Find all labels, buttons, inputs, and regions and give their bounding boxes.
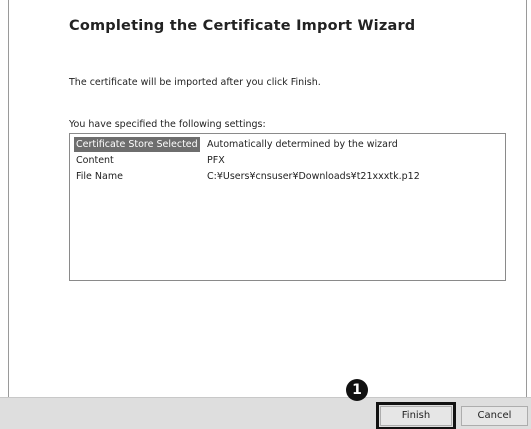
- dialog-footer: Finish Cancel: [0, 397, 531, 429]
- dialog-right-border: [526, 0, 527, 397]
- finish-button[interactable]: Finish: [380, 406, 452, 426]
- step-number-badge: 1: [346, 379, 368, 401]
- settings-row-content[interactable]: Content PFX: [73, 153, 503, 168]
- settings-value: Automatically determined by the wizard: [207, 139, 398, 150]
- cancel-button[interactable]: Cancel: [461, 406, 528, 426]
- page-title: Completing the Certificate Import Wizard: [69, 18, 416, 34]
- settings-label: You have specified the following setting…: [69, 119, 266, 130]
- settings-key: Content: [76, 155, 114, 166]
- finish-info-text: The certificate will be imported after y…: [69, 77, 321, 88]
- settings-key: Certificate Store Selected: [74, 137, 200, 152]
- settings-list[interactable]: Certificate Store Selected Automatically…: [69, 133, 506, 281]
- settings-row-store[interactable]: Certificate Store Selected Automatically…: [73, 137, 503, 152]
- certificate-import-wizard-dialog: Completing the Certificate Import Wizard…: [0, 0, 531, 429]
- settings-key: File Name: [76, 171, 123, 182]
- dialog-left-border: [8, 0, 9, 397]
- settings-value: C:¥Users¥cnsuser¥Downloads¥t21xxxtk.p12: [207, 171, 420, 182]
- settings-row-file-name[interactable]: File Name C:¥Users¥cnsuser¥Downloads¥t21…: [73, 169, 503, 184]
- settings-value: PFX: [207, 155, 225, 166]
